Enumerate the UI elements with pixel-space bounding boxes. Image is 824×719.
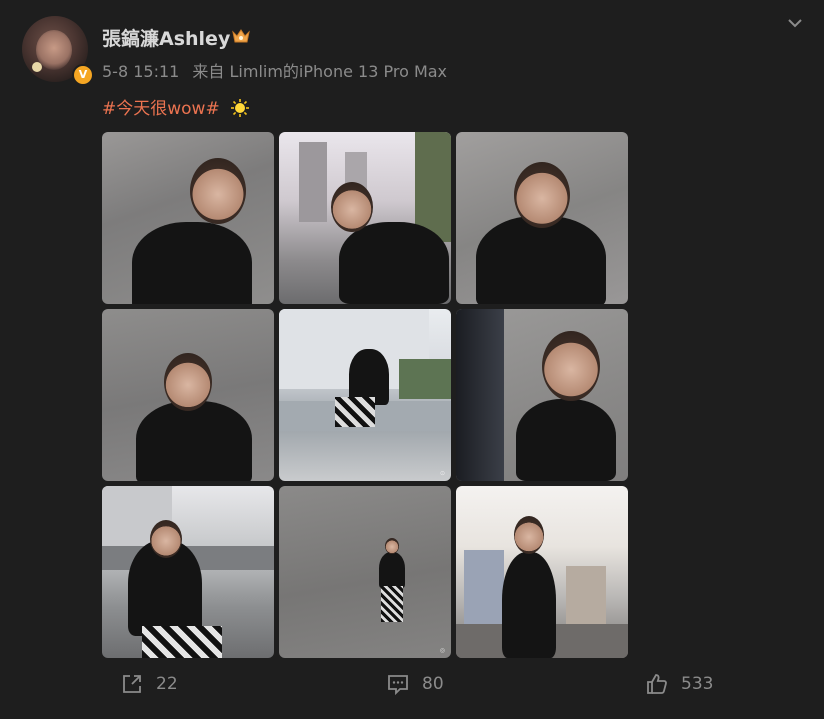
figure-body [339,222,449,304]
figure-body [502,552,556,658]
watermark: ◎ [439,647,445,654]
sun-icon [230,99,249,117]
figure-body [136,401,252,481]
watermark: ⊙ [439,470,445,477]
checkered-pants [335,397,375,427]
figure-head [514,162,570,228]
photo-7[interactable] [102,486,274,658]
figure-body [132,222,252,304]
comment-icon [388,675,408,696]
crown-icon [232,29,250,43]
figure-head [150,520,182,558]
hashtag-link[interactable]: #今天很wow# [102,99,220,119]
figure-head [331,182,373,232]
figure-head [164,353,212,411]
share-icon [123,675,141,693]
photo-1[interactable] [102,132,274,304]
building [464,550,504,624]
blurred-foreground [456,309,504,481]
checkered-pants [142,626,222,658]
figure-head [385,538,399,554]
weibo-post: V 張鎬濂Ashley 5-8 15:11 来自 Limlim的iPhone 1… [0,0,824,719]
figure-head [514,516,544,554]
photo-2[interactable] [279,132,451,304]
action-bar: 22 80 533 [0,668,824,704]
post-source: 来自 Limlim的iPhone 13 Pro Max [192,62,448,81]
photo-9[interactable] [456,486,628,658]
photo-grid: ⊙ ◎ [102,132,630,660]
photo-4[interactable] [102,309,274,481]
photo-6[interactable] [456,309,628,481]
post-time[interactable]: 5-8 15:11 [102,62,179,81]
figure-body [516,399,616,481]
photo-3[interactable] [456,132,628,304]
like-count: 533 [681,674,714,694]
figure-body [476,216,606,304]
post-text: #今天很wow# [102,94,250,119]
author-name[interactable]: 張鎬濂Ashley [102,24,230,51]
verified-badge-icon: V [72,64,94,86]
avatar-flower [32,62,42,72]
building [566,566,606,624]
building [299,142,327,222]
comment-button[interactable]: 80 [386,672,444,696]
checkered-pants [381,586,403,622]
figure-head [190,158,246,224]
figure-head [542,331,600,401]
comment-count: 80 [422,674,444,694]
post-meta: 5-8 15:11 来自 Limlim的iPhone 13 Pro Max [102,58,447,82]
photo-5[interactable]: ⊙ [279,309,451,481]
photo-8[interactable]: ◎ [279,486,451,658]
figure-body [379,552,405,588]
chevron-down-icon[interactable] [784,12,806,34]
like-button[interactable]: 533 [645,672,713,696]
share-count: 22 [156,674,178,694]
thumbs-up-icon [647,674,667,694]
tree [399,359,451,399]
share-button[interactable]: 22 [120,672,178,696]
